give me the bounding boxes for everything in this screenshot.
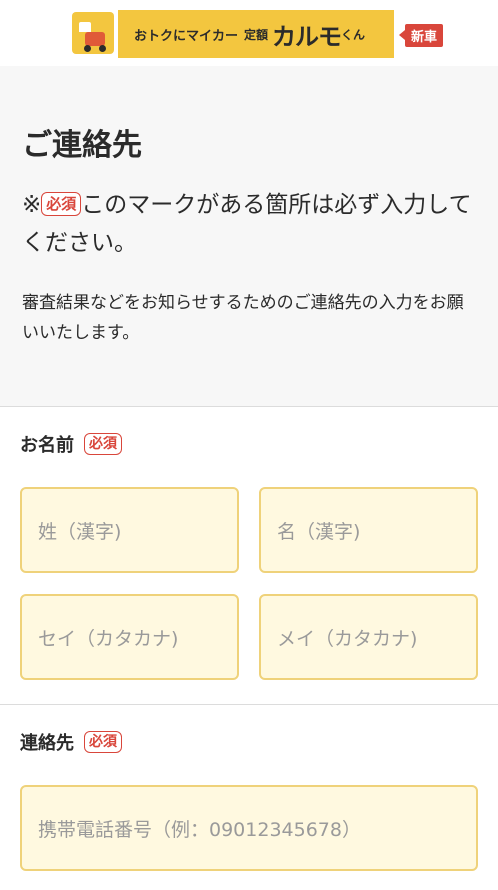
required-badge: 必須 <box>41 192 82 216</box>
page-title: ご連絡先 <box>22 128 142 163</box>
last-name-kanji-input[interactable]: 姓（漢字) <box>20 487 239 573</box>
phone-row: 携帯電話番号（例：09012345678） <box>20 785 478 871</box>
logo-brand: カルモ <box>272 22 342 51</box>
name-kana-row: セイ（カタカナ) メイ（カタカナ) <box>20 594 478 680</box>
first-name-kanji-input[interactable]: 名（漢字) <box>259 487 478 573</box>
car-icon <box>79 22 105 46</box>
logo-tagline: おトクにマイカー <box>134 28 239 44</box>
contact-label: 連絡先 必須 <box>20 729 478 755</box>
name-label-text: お名前 <box>20 435 74 456</box>
notice-prefix: ※ <box>22 192 42 218</box>
required-badge: 必須 <box>84 731 122 753</box>
first-name-kana-input[interactable]: メイ（カタカナ) <box>259 594 478 680</box>
name-section: お名前 必須 姓（漢字) 名（漢字) セイ（カタカナ) メイ（カタカナ) <box>0 407 498 705</box>
logo-brand-suffix: くん <box>341 27 366 42</box>
site-header: おトクにマイカー 定額 カルモ くん 新車 <box>0 0 498 66</box>
required-notice: ※ 必須 このマークがある箇所は必ず入力してください。 <box>22 186 476 262</box>
logo-fixed-price: 定額 <box>244 27 269 42</box>
intro-description: 審査結果などをお知らせするためのご連絡先の入力をお願いいたします。 <box>22 293 464 343</box>
last-name-kana-input[interactable]: セイ（カタカナ) <box>20 594 239 680</box>
carmo-logo[interactable]: おトクにマイカー 定額 カルモ くん <box>118 10 394 58</box>
phone-input[interactable]: 携帯電話番号（例：09012345678） <box>20 785 478 871</box>
new-car-badge: 新車 <box>398 24 444 47</box>
name-label: お名前 必須 <box>20 431 478 457</box>
carmo-logo-icon[interactable] <box>72 12 114 54</box>
required-badge: 必須 <box>84 433 122 455</box>
name-kanji-row: 姓（漢字) 名（漢字) <box>20 487 478 573</box>
notice-text: このマークがある箇所は必ず入力してください。 <box>22 192 472 256</box>
intro-section: ご連絡先 ※ 必須 このマークがある箇所は必ず入力してください。 審査結果などをお知… <box>0 66 498 407</box>
contact-label-text: 連絡先 <box>20 733 74 754</box>
contact-section: 連絡先 必須 携帯電話番号（例：09012345678） <box>0 705 498 871</box>
